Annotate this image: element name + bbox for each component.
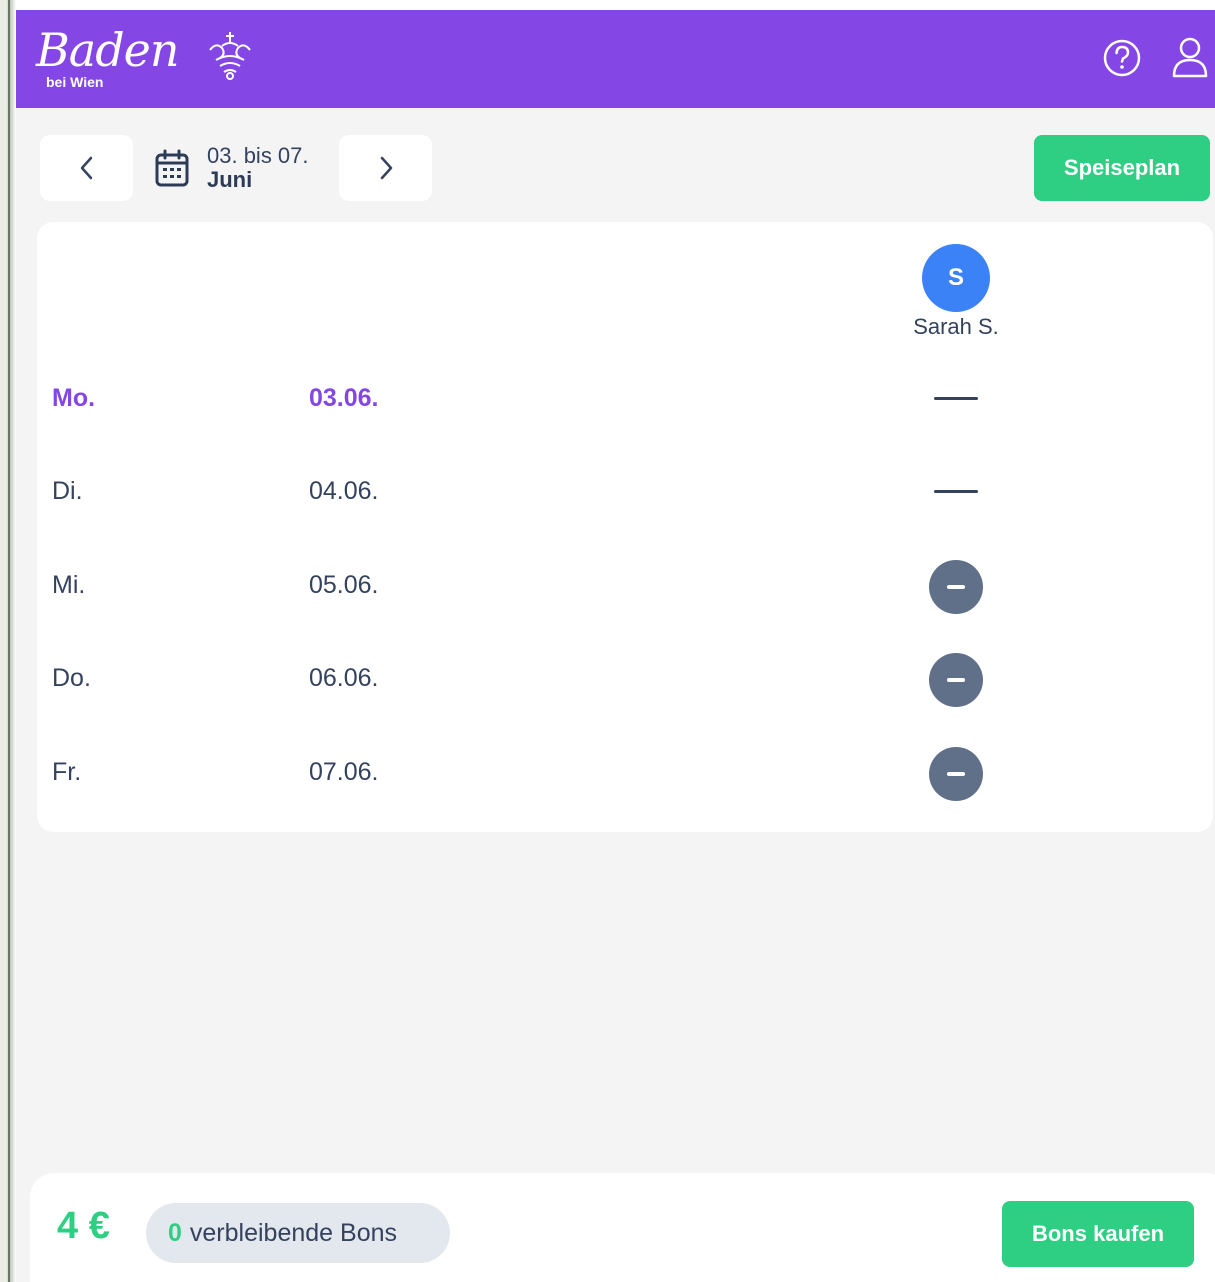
menu-plan-button[interactable]: Speiseplan [1034,135,1210,201]
day-row: Di. 04.06. [37,463,1213,523]
help-circle-icon[interactable] [1102,36,1142,80]
day-date: 05.06. [309,571,379,599]
baden-logo[interactable]: Baden bei Wien [36,22,276,98]
buy-bons-button[interactable]: Bons kaufen [1002,1201,1194,1267]
day-date: 04.06. [309,477,379,505]
day-row: Do. 06.06. [37,650,1213,710]
week-month-text: Juni [207,167,253,192]
avatar[interactable]: S [922,244,990,312]
no-order-dash-icon [934,397,978,400]
day-date: 06.06. [309,664,379,692]
logo-text: Baden [36,23,180,77]
week-range: 03. bis 07. Juni [154,141,334,197]
logo-subtext: bei Wien [46,74,104,90]
week-range-text: 03. bis 07. [207,143,309,168]
top-header: Baden bei Wien [16,10,1215,108]
bons-label: verbleibende Bons [189,1218,397,1247]
chevron-left-icon [80,156,92,180]
day-name: Di. [52,477,83,505]
bons-count: 0 [168,1218,182,1247]
remaining-bons-badge: 0 verbleibende Bons [146,1203,450,1263]
footer-bar: 4 € 0 verbleibende Bons Bons kaufen [30,1173,1215,1282]
minus-circle-icon[interactable] [929,560,983,614]
coat-of-arms-icon [209,32,251,80]
calendar-icon [155,149,189,187]
next-week-button[interactable] [339,135,432,201]
user-icon[interactable] [1170,36,1210,80]
day-date: 03.06. [309,384,379,412]
day-date: 07.06. [309,758,379,786]
window-edge [0,0,16,1282]
no-order-dash-icon [934,490,978,493]
minus-circle-icon[interactable] [929,747,983,801]
day-name: Do. [52,664,91,692]
previous-week-button[interactable] [40,135,133,201]
day-name: Fr. [52,758,82,786]
week-schedule-card: S Sarah S. Mo. 03.06. Di. 04.06. Mi. 05.… [37,222,1213,832]
balance-amount: 4 € [57,1205,110,1247]
chevron-right-icon [380,156,392,180]
day-row: Fr. 07.06. [37,744,1213,804]
app-window: Baden bei Wien 03. bis 07. Juni Speisepl… [16,10,1215,1282]
day-row: Mi. 05.06. [37,557,1213,617]
person-name: Sarah S. [913,314,999,339]
day-name: Mo. [52,384,96,412]
day-row: Mo. 03.06. [37,370,1213,430]
day-name: Mi. [52,571,86,599]
minus-circle-icon[interactable] [929,653,983,707]
